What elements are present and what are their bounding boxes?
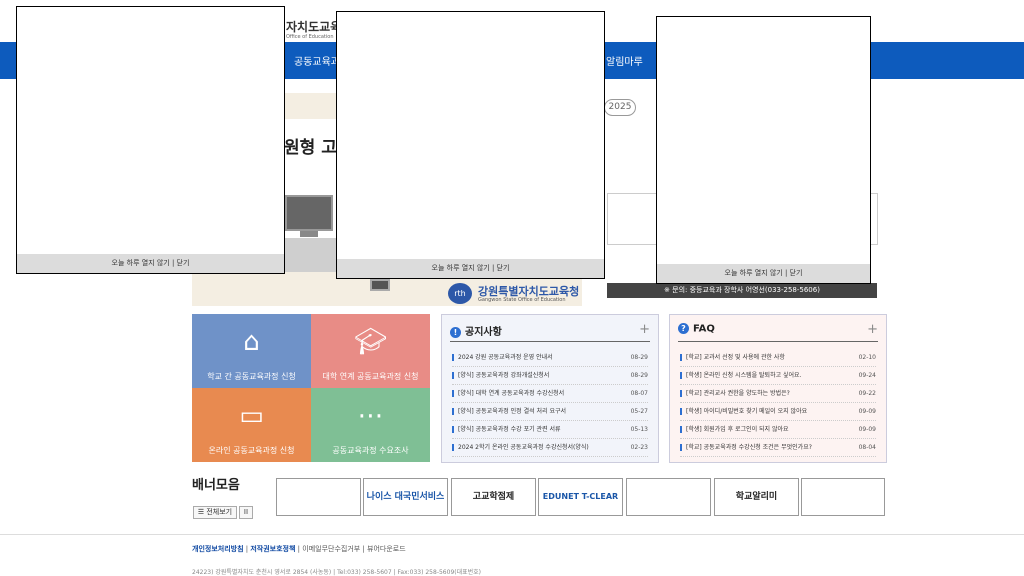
divider bbox=[450, 341, 650, 342]
graduation-cap-icon: 🎓︎ bbox=[353, 327, 387, 357]
list-item[interactable]: [학생] 회원가입 후 로그인이 되지 않아요 09-09 bbox=[680, 421, 876, 439]
notice-board: ! 공지사항 + 2024 강원 공동교육과정 운영 안내서 08-29 [양식] … bbox=[441, 314, 659, 463]
banner-edunet[interactable]: EDUNET T-CLEAR bbox=[538, 478, 623, 516]
pause-button[interactable]: II bbox=[239, 506, 253, 519]
list-item[interactable]: [학생] 아이디/비밀번호 찾기 메일이 오지 않아요 09-09 bbox=[680, 403, 876, 421]
nav-item-notices[interactable]: 알림마루 bbox=[606, 53, 643, 68]
list-item-title: [양식] 대학 연계 공동교육과정 수강신청서 bbox=[458, 390, 565, 397]
email-refusal-link[interactable]: 이메일무단수집거부 bbox=[302, 545, 360, 553]
site-logo-subtext: Office of Education bbox=[286, 34, 334, 40]
popup-close-bar[interactable]: 오늘 하루 열지 않기 | 닫기 bbox=[657, 264, 870, 283]
list-item-date: 08-29 bbox=[630, 354, 648, 361]
list-item-title: [학교] 공동교육과정 수강신청 조건은 무엇인가요? bbox=[686, 444, 812, 451]
list-item-date: 09-24 bbox=[858, 372, 876, 379]
list-item-title: [양식] 공동교육과정 수강 포기 관련 서류 bbox=[458, 426, 561, 433]
nav-item-curriculum[interactable]: 공동교육과 bbox=[294, 53, 340, 68]
faq-list: [학교] 교과서 선정 및 사용에 관한 사항 02-10 [학생] 온라인 신청… bbox=[680, 349, 876, 457]
tile-label: 대학 연계 공동교육과정 신청 bbox=[322, 372, 419, 381]
popup-window: 오늘 하루 열지 않기 | 닫기 bbox=[16, 6, 285, 274]
monitor-stand-icon bbox=[300, 231, 318, 237]
tile-demand-survey[interactable]: ⋯ 공동교육과정 수요조사 bbox=[311, 388, 430, 462]
office-emblem-icon: rth bbox=[448, 283, 472, 304]
faq-board: ? FAQ + [학교] 교과서 선정 및 사용에 관한 사항 02-10 [학생]… bbox=[669, 314, 887, 463]
list-item-title: 2024 강원 공동교육과정 운영 안내서 bbox=[458, 354, 553, 361]
list-item[interactable]: 2024 2학기 온라인 공동교육과정 수강신청서(양식) 02-23 bbox=[452, 439, 648, 457]
list-item-title: [양식] 공동교육과정 인정 결석 처리 요구서 bbox=[458, 408, 567, 415]
tile-school-application[interactable]: ⌂ 학교 간 공동교육과정 신청 bbox=[192, 314, 311, 388]
monitor-icon bbox=[285, 195, 333, 231]
tile-label: 학교 간 공동교육과정 신청 bbox=[207, 372, 296, 381]
divider bbox=[678, 341, 878, 342]
list-item-title: [학생] 아이디/비밀번호 찾기 메일이 오지 않아요 bbox=[686, 408, 808, 415]
list-item-title: [학교] 교과서 선정 및 사용에 관한 사항 bbox=[686, 354, 785, 361]
list-item-date: 08-29 bbox=[630, 372, 648, 379]
banner-item[interactable] bbox=[801, 478, 885, 516]
list-item[interactable]: [양식] 대학 연계 공동교육과정 수강신청서 08-07 bbox=[452, 385, 648, 403]
footer-divider bbox=[0, 534, 1024, 535]
tile-online-application[interactable]: ▭ 온라인 공동교육과정 신청 bbox=[192, 388, 311, 462]
banner-section-title: 배너모음 bbox=[192, 478, 240, 493]
list-item-title: [학생] 온라인 신청 시스템을 탈퇴하고 싶어요. bbox=[686, 372, 802, 379]
notice-heading: ! 공지사항 bbox=[450, 323, 502, 338]
banner-neis[interactable]: 나이스 대국민서비스 bbox=[363, 478, 448, 516]
list-item-date: 08-07 bbox=[630, 390, 648, 397]
popup-window: 오늘 하루 열지 않기 | 닫기 bbox=[656, 16, 871, 284]
school-icon: ⌂ bbox=[243, 327, 260, 357]
year-badge: 2025 bbox=[604, 99, 636, 116]
list-item-title: [학생] 회원가입 후 로그인이 되지 않아요 bbox=[686, 426, 789, 433]
list-item[interactable]: [양식] 공동교육과정 수강 포기 관련 서류 05-13 bbox=[452, 421, 648, 439]
popup-close-bar[interactable]: 오늘 하루 열지 않기 | 닫기 bbox=[17, 254, 284, 273]
list-item-title: [양식] 공동교육과정 강좌개설신청서 bbox=[458, 372, 550, 379]
footer-address: 24223) 강원특별자치도 춘천시 영서로 2854 (사농동) | Tel:… bbox=[192, 569, 482, 576]
banner-item[interactable] bbox=[626, 478, 711, 516]
list-item-date: 09-09 bbox=[858, 408, 876, 415]
list-item[interactable]: 2024 강원 공동교육과정 운영 안내서 08-29 bbox=[452, 349, 648, 367]
view-all-button[interactable]: ☰ 전체보기 bbox=[193, 506, 237, 519]
contact-info: ※ 문의: 중등교육과 장학사 어영선(033-258-5606) bbox=[607, 283, 877, 298]
device-icon bbox=[370, 279, 390, 291]
list-item-title: 2024 2학기 온라인 공동교육과정 수강신청서(양식) bbox=[458, 444, 589, 451]
banner-school-info[interactable]: 학교알리미 bbox=[714, 478, 799, 516]
list-item[interactable]: [학생] 온라인 신청 시스템을 탈퇴하고 싶어요. 09-24 bbox=[680, 367, 876, 385]
popup-close-bar[interactable]: 오늘 하루 열지 않기 | 닫기 bbox=[337, 259, 604, 278]
office-name-english: Gangwon State Office of Education bbox=[478, 297, 566, 303]
list-item-date: 09-09 bbox=[858, 426, 876, 433]
faq-more-icon[interactable]: + bbox=[867, 322, 878, 337]
notice-list: 2024 강원 공동교육과정 운영 안내서 08-29 [양식] 공동교육과정 강… bbox=[452, 349, 648, 457]
hero-background bbox=[284, 93, 336, 119]
list-item-date: 09-22 bbox=[858, 390, 876, 397]
hero-image-bottom bbox=[192, 272, 336, 306]
list-item-date: 02-10 bbox=[858, 354, 876, 361]
copyright-policy-link[interactable]: 저작권보호정책 bbox=[250, 545, 295, 553]
question-icon: ? bbox=[678, 323, 689, 334]
page: 자치도교육청 Office of Education 공동교육과 알림마루 원형… bbox=[0, 0, 1024, 576]
notice-title: 공지사항 bbox=[465, 327, 502, 338]
list-item[interactable]: [학교] 관리교사 권한을 양도하는 방법은? 09-22 bbox=[680, 385, 876, 403]
list-item[interactable]: [학교] 교과서 선정 및 사용에 관한 사항 02-10 bbox=[680, 349, 876, 367]
privacy-policy-link[interactable]: 개인정보처리방침 bbox=[192, 545, 244, 553]
tile-label: 온라인 공동교육과정 신청 bbox=[208, 446, 295, 455]
banner-credit-system[interactable]: 고교학점제 bbox=[451, 478, 536, 516]
banner-item[interactable] bbox=[276, 478, 361, 516]
list-item[interactable]: [양식] 공동교육과정 인정 결석 처리 요구서 05-27 bbox=[452, 403, 648, 421]
tile-university-application[interactable]: 🎓︎ 대학 연계 공동교육과정 신청 bbox=[311, 314, 430, 388]
notice-more-icon[interactable]: + bbox=[639, 322, 650, 337]
list-item-date: 02-23 bbox=[630, 444, 648, 451]
footer-links: 개인정보처리방침 | 저작권보호정책 | 이메일무단수집거부 | 뷰어다운로드 bbox=[192, 545, 406, 553]
faq-title: FAQ bbox=[693, 323, 715, 335]
list-item-title: [학교] 관리교사 권한을 양도하는 방법은? bbox=[686, 390, 790, 397]
info-icon: ! bbox=[450, 326, 461, 338]
list-item-date: 05-27 bbox=[630, 408, 648, 415]
list-item[interactable]: [양식] 공동교육과정 강좌개설신청서 08-29 bbox=[452, 367, 648, 385]
list-item-date: 05-13 bbox=[630, 426, 648, 433]
list-item[interactable]: [학교] 공동교육과정 수강신청 조건은 무엇인가요? 08-04 bbox=[680, 439, 876, 457]
laptop-icon: ▭ bbox=[239, 401, 264, 431]
chat-bubble-icon: ⋯ bbox=[357, 401, 384, 431]
viewer-download-link[interactable]: 뷰어다운로드 bbox=[367, 545, 406, 553]
faq-heading: ? FAQ bbox=[678, 323, 715, 335]
popup-window: 오늘 하루 열지 않기 | 닫기 bbox=[336, 11, 605, 279]
tile-label: 공동교육과정 수요조사 bbox=[332, 446, 409, 455]
list-item-date: 08-04 bbox=[858, 444, 876, 451]
hero-title: 원형 고 bbox=[284, 138, 337, 158]
